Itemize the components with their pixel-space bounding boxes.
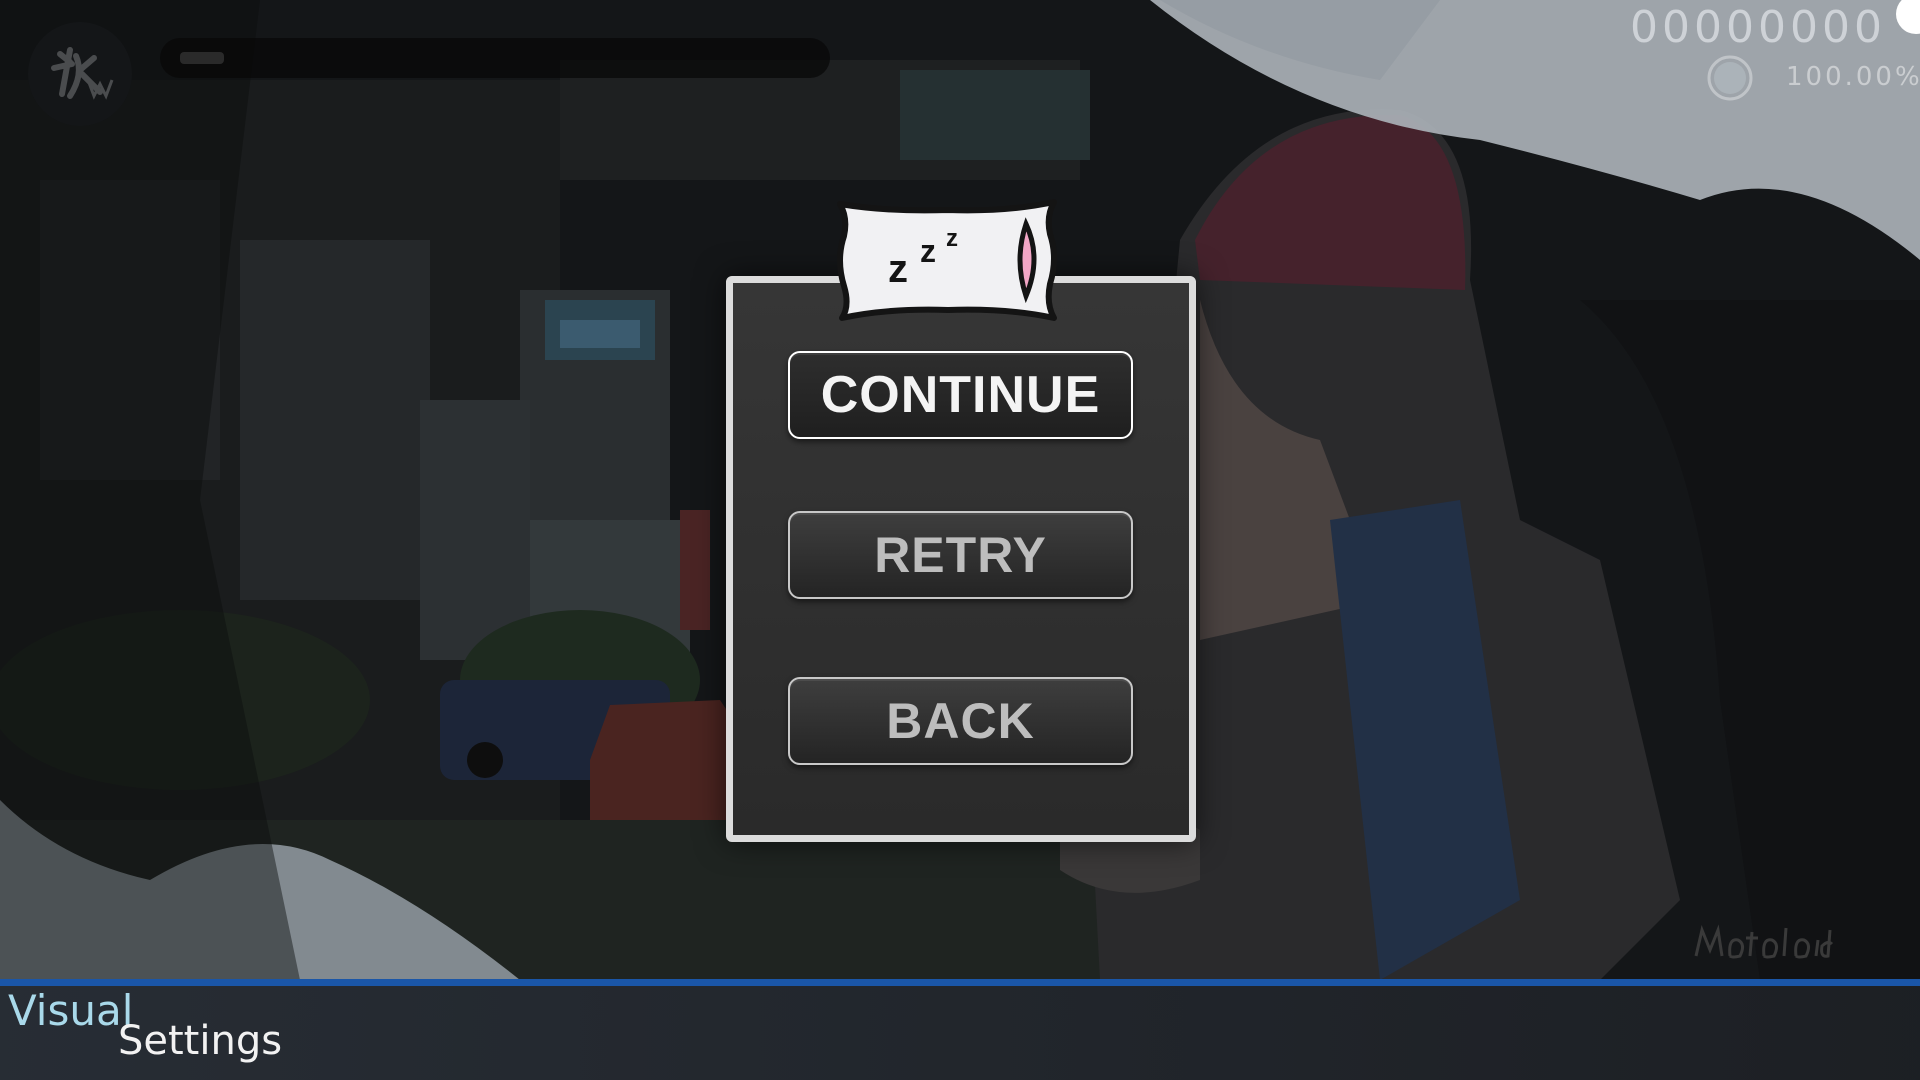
bottom-bar [0,986,1920,1080]
svg-text:z: z [888,247,908,291]
settings-label[interactable]: Settings [118,1018,282,1064]
retry-button[interactable]: RETRY [788,511,1133,599]
visual-label: Visual [8,986,134,1035]
retry-label: RETRY [874,527,1047,583]
accuracy-pie-icon [1707,55,1753,101]
game-logo [28,22,132,126]
svg-text:z: z [946,225,958,252]
artist-signature-logo [1694,924,1834,959]
score-counter: 00000000 [1630,2,1886,52]
game-screen: 00000000 100.00% z z z CONTINUE RETRY BA… [0,0,1920,1080]
song-progress-bar [160,38,830,78]
bottom-accent-line [0,979,1920,986]
accuracy-readout: 100.00% [1786,62,1920,92]
song-progress-fill [180,52,224,64]
back-button[interactable]: BACK [788,677,1133,765]
continue-label: CONTINUE [820,366,1101,424]
continue-button[interactable]: CONTINUE [788,351,1133,439]
back-label: BACK [886,693,1035,749]
svg-text:z: z [920,233,936,269]
kw-brush-logo-icon [51,47,114,100]
sleeping-pillow-zzz-icon: z z z [837,199,1057,321]
